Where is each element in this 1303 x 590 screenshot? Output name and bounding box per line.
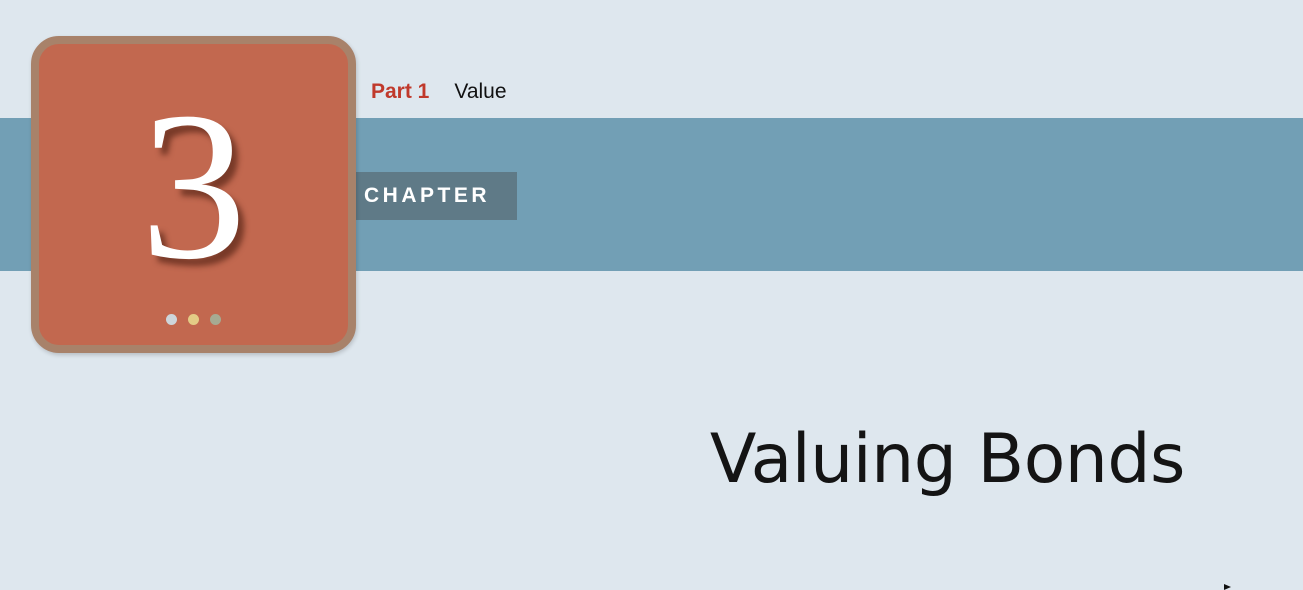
badge-dots bbox=[39, 314, 348, 325]
badge-dot bbox=[188, 314, 199, 325]
part-label: Part 1 bbox=[371, 80, 430, 103]
part-heading: Part 1 Value bbox=[371, 78, 507, 106]
chapter-title: Valuing Bonds bbox=[709, 420, 1186, 499]
part-name: Value bbox=[454, 80, 507, 103]
chapter-number: 3 bbox=[140, 68, 247, 303]
chapter-number-badge: 3 bbox=[31, 36, 356, 353]
badge-dot bbox=[166, 314, 177, 325]
chapter-tag: CHAPTER bbox=[333, 172, 517, 220]
badge-dot bbox=[210, 314, 221, 325]
mouse-pointer-icon bbox=[1224, 584, 1231, 590]
